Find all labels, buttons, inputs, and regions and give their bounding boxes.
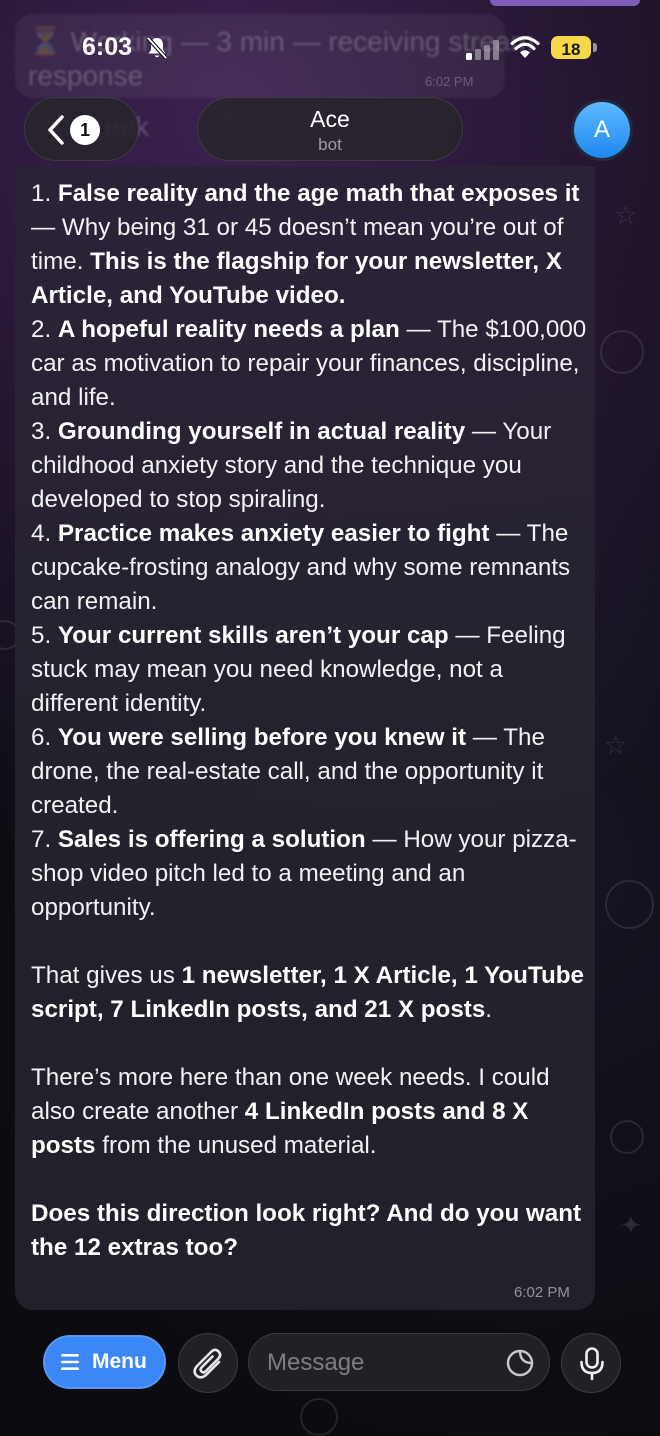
- chat-title[interactable]: Ace bot: [197, 97, 463, 161]
- unread-count-badge: 1: [70, 115, 100, 145]
- wallpaper-star: ☆: [614, 200, 638, 230]
- menu-label: Menu: [92, 1350, 147, 1373]
- wallpaper-star: ✦: [620, 1210, 642, 1240]
- microphone-icon: [580, 1347, 604, 1381]
- list-item: 1. False reality and the age math that e…: [31, 180, 580, 309]
- wallpaper-doodle: [600, 330, 644, 374]
- chat-name: Ace: [310, 106, 350, 132]
- menu-icon: [61, 1354, 79, 1370]
- silent-bell-icon: [146, 36, 168, 60]
- microphone-button[interactable]: [561, 1333, 621, 1393]
- chevron-left-icon: [48, 115, 64, 145]
- status-time: 6:03: [82, 33, 133, 61]
- extras-paragraph: There’s more here than one week needs. I…: [31, 1064, 550, 1159]
- background-notification-time: 6:02 PM: [425, 74, 474, 89]
- wallpaper-doodle: [605, 880, 654, 929]
- battery-indicator: 18: [551, 36, 591, 59]
- wallpaper-doodle: [300, 1398, 338, 1436]
- question-paragraph: Does this direction look right? And do y…: [31, 1200, 582, 1261]
- message-text: 1. False reality and the age math that e…: [31, 177, 591, 1265]
- wallpaper-star: ☆: [604, 730, 628, 760]
- background-notification-text: response: [28, 60, 144, 91]
- menu-button[interactable]: Menu: [43, 1335, 166, 1389]
- list-item: 5. Your current skills aren’t your cap —…: [31, 622, 566, 717]
- list-item: 2. A hopeful reality needs a plan — The …: [31, 316, 587, 411]
- wifi-icon: [510, 36, 540, 58]
- attach-button[interactable]: [178, 1333, 238, 1393]
- list-item: 4. Practice makes anxiety easier to figh…: [31, 520, 571, 615]
- summary-paragraph: That gives us 1 newsletter, 1 X Article,…: [31, 962, 584, 1023]
- list-item: 3. Grounding yourself in actual reality …: [31, 418, 552, 513]
- message-timestamp: 6:02 PM: [514, 1284, 570, 1301]
- signal-icon: [466, 40, 499, 60]
- battery-tip: [593, 43, 597, 52]
- wallpaper-doodle: [610, 1120, 644, 1154]
- avatar[interactable]: A: [571, 99, 633, 161]
- chat-subtitle: bot: [318, 135, 342, 154]
- top-glow: [490, 0, 640, 6]
- list-item: 7. Sales is offering a solution — How yo…: [31, 826, 577, 921]
- message-input[interactable]: [265, 1344, 489, 1382]
- list-item: 6. You were selling before you knew it —…: [31, 724, 545, 819]
- back-button[interactable]: 1: [24, 97, 139, 161]
- message-input-field[interactable]: [248, 1333, 550, 1391]
- paperclip-icon: [193, 1348, 222, 1379]
- sticker-icon[interactable]: [506, 1349, 534, 1377]
